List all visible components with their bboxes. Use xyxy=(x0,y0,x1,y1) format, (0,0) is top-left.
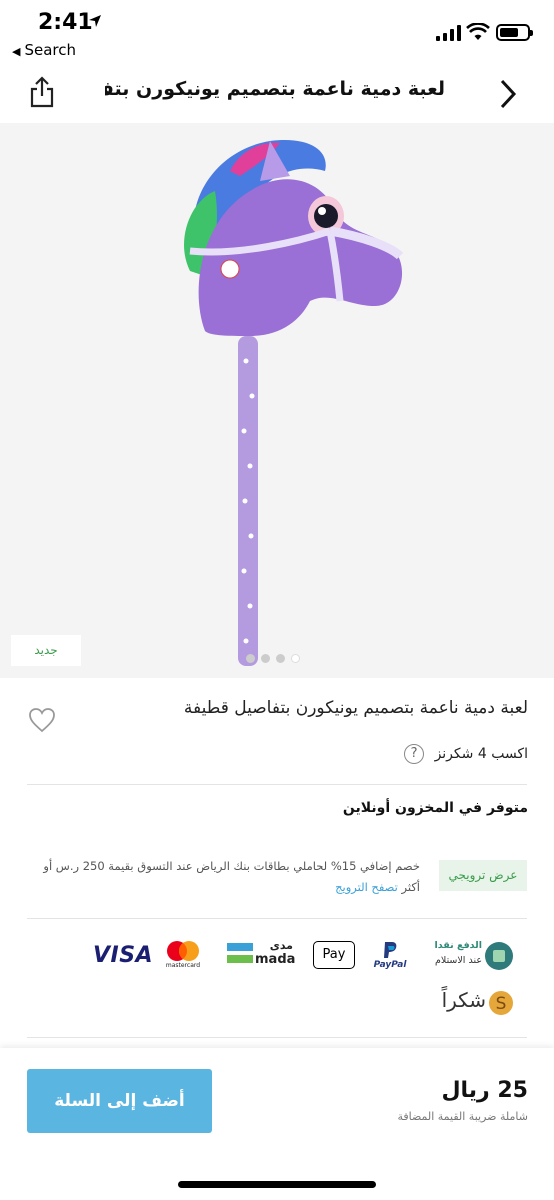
product-title: لعبة دمية ناعمة بتصميم يونيكورن بتفاصيل … xyxy=(183,698,528,718)
home-indicator[interactable] xyxy=(178,1181,376,1188)
heart-icon[interactable] xyxy=(28,707,56,733)
cod-line2: عند الاستلام xyxy=(435,955,482,966)
apple-pay-logo: Pay xyxy=(313,941,355,969)
paypal-logo: PayPal xyxy=(372,940,408,972)
cash-on-delivery-logo: الدفع نقدا عند الاستلام xyxy=(424,940,516,972)
points-row: اكسب 4 شكرنز ? xyxy=(300,744,528,770)
promo-link[interactable]: تصفح الترويج xyxy=(335,880,398,894)
mastercard-text: mastercard xyxy=(165,962,201,969)
mastercard-logo: mastercard xyxy=(164,940,202,970)
add-to-cart-button[interactable]: أضف إلى السلة xyxy=(27,1069,212,1133)
signal-icon xyxy=(436,25,461,41)
carousel-dot[interactable] xyxy=(261,654,270,663)
new-badge: جديد xyxy=(11,635,81,666)
chevron-right-icon[interactable] xyxy=(497,78,519,110)
product-image xyxy=(184,140,404,666)
bottom-bar: أضف إلى السلة 25 ريال شاملة ضريبة القيمة… xyxy=(0,1048,554,1200)
mastercard-icon xyxy=(167,941,199,961)
mada-bar-green xyxy=(227,955,253,963)
stock-status: متوفر في المخزون أونلاين xyxy=(342,800,528,816)
divider xyxy=(27,918,527,919)
status-bar: 2:41 xyxy=(0,0,554,41)
promo-tag: عرض ترويجي xyxy=(439,860,527,891)
battery-icon xyxy=(496,24,533,41)
location-arrow-icon xyxy=(89,15,101,27)
carousel-dots[interactable] xyxy=(243,648,303,667)
status-time: 2:41 xyxy=(38,10,93,35)
back-to-search-link[interactable]: ◀ Search xyxy=(12,41,76,59)
shukran-text: شكراً xyxy=(441,988,486,1012)
help-icon[interactable]: ? xyxy=(404,744,425,764)
shukran-icon: S xyxy=(489,991,513,1015)
mada-bar-blue xyxy=(227,943,253,951)
mada-logo: مدى mada xyxy=(227,939,296,968)
carousel-dot[interactable] xyxy=(246,654,255,663)
share-icon[interactable] xyxy=(28,76,56,108)
apple-pay-text: Pay xyxy=(322,947,346,962)
vat-note: شاملة ضريبة القيمة المضافة xyxy=(397,1110,528,1123)
paypal-icon xyxy=(384,942,397,958)
visa-logo: VISA xyxy=(93,943,154,968)
price: 25 ريال xyxy=(441,1078,528,1103)
wifi-icon xyxy=(466,23,490,40)
points-text: اكسب 4 شكرنز xyxy=(434,746,528,762)
divider xyxy=(27,1037,527,1038)
carousel-dot-active[interactable] xyxy=(291,654,300,663)
product-header: لعبة دمية ناعمة بتصميم يونيكورن بتف... xyxy=(0,66,554,122)
carousel-dot[interactable] xyxy=(276,654,285,663)
mada-ar-text: مدى xyxy=(269,939,293,952)
promo-text: خصم إضافي 15% لحاملي بطاقات بنك الرياض ع… xyxy=(40,856,420,898)
back-triangle-icon: ◀ xyxy=(12,45,21,58)
shukran-logo: S شكراً xyxy=(430,988,514,1018)
back-label: Search xyxy=(24,41,77,59)
cash-icon xyxy=(485,942,513,970)
product-image-carousel[interactable]: جديد xyxy=(0,123,554,678)
svg-text:S: S xyxy=(496,994,507,1014)
mada-en-text: mada xyxy=(255,952,296,967)
paypal-text: PayPal xyxy=(373,960,407,970)
cod-line1: الدفع نقدا xyxy=(434,940,482,951)
header-title: لعبة دمية ناعمة بتصميم يونيكورن بتف... xyxy=(105,78,445,100)
divider xyxy=(27,784,527,785)
